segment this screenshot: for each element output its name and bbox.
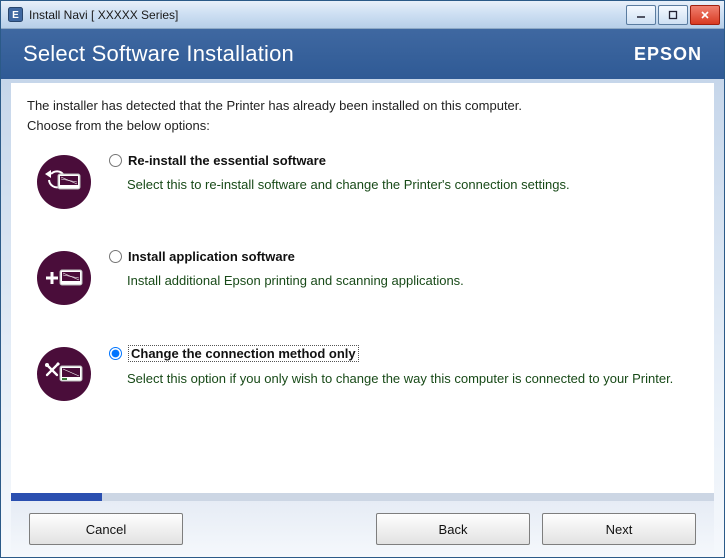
svg-text:E: E [12, 10, 19, 21]
maximize-button[interactable] [658, 5, 688, 25]
window-controls [626, 5, 720, 25]
window: E Install Navi [ XXXXX Series] Select So… [0, 0, 725, 558]
radio-apps[interactable] [109, 250, 122, 263]
apps-icon [37, 251, 91, 305]
option-reinstall-label: Re-install the essential software [128, 153, 326, 168]
footer: Cancel Back Next [11, 501, 714, 557]
intro-text-2: Choose from the below options: [27, 117, 698, 135]
option-reinstall-desc: Select this to re-install software and c… [127, 176, 698, 194]
option-apps-label: Install application software [128, 249, 295, 264]
option-change[interactable]: Change the connection method only Select… [27, 345, 698, 401]
back-button[interactable]: Back [376, 513, 530, 545]
option-reinstall-body: Re-install the essential software Select… [109, 153, 698, 194]
option-reinstall[interactable]: Re-install the essential software Select… [27, 153, 698, 209]
content-outer: The installer has detected that the Prin… [1, 79, 724, 557]
close-button[interactable] [690, 5, 720, 25]
progress-bar [11, 493, 714, 501]
progress-fill [11, 493, 102, 501]
change-connection-icon [37, 347, 91, 401]
radio-reinstall[interactable] [109, 154, 122, 167]
cancel-button[interactable]: Cancel [29, 513, 183, 545]
options-group: Re-install the essential software Select… [27, 153, 698, 401]
next-button[interactable]: Next [542, 513, 696, 545]
app-icon: E [7, 7, 23, 23]
titlebar: E Install Navi [ XXXXX Series] [1, 1, 724, 29]
option-apps-desc: Install additional Epson printing and sc… [127, 272, 698, 290]
option-change-label: Change the connection method only [128, 345, 359, 362]
option-apps-head: Install application software [109, 249, 698, 264]
intro-text-1: The installer has detected that the Prin… [27, 97, 698, 115]
option-change-body: Change the connection method only Select… [109, 345, 698, 388]
option-change-head: Change the connection method only [109, 345, 698, 362]
option-reinstall-head: Re-install the essential software [109, 153, 698, 168]
window-title: Install Navi [ XXXXX Series] [29, 8, 626, 22]
option-apps-body: Install application software Install add… [109, 249, 698, 290]
reinstall-icon [37, 155, 91, 209]
option-change-desc: Select this option if you only wish to c… [127, 370, 698, 388]
option-apps[interactable]: Install application software Install add… [27, 249, 698, 305]
page-title: Select Software Installation [23, 41, 294, 67]
brand-logo: EPSON [634, 44, 702, 65]
header-banner: Select Software Installation EPSON [1, 29, 724, 79]
minimize-button[interactable] [626, 5, 656, 25]
radio-change[interactable] [109, 347, 122, 360]
content-panel: The installer has detected that the Prin… [11, 83, 714, 493]
